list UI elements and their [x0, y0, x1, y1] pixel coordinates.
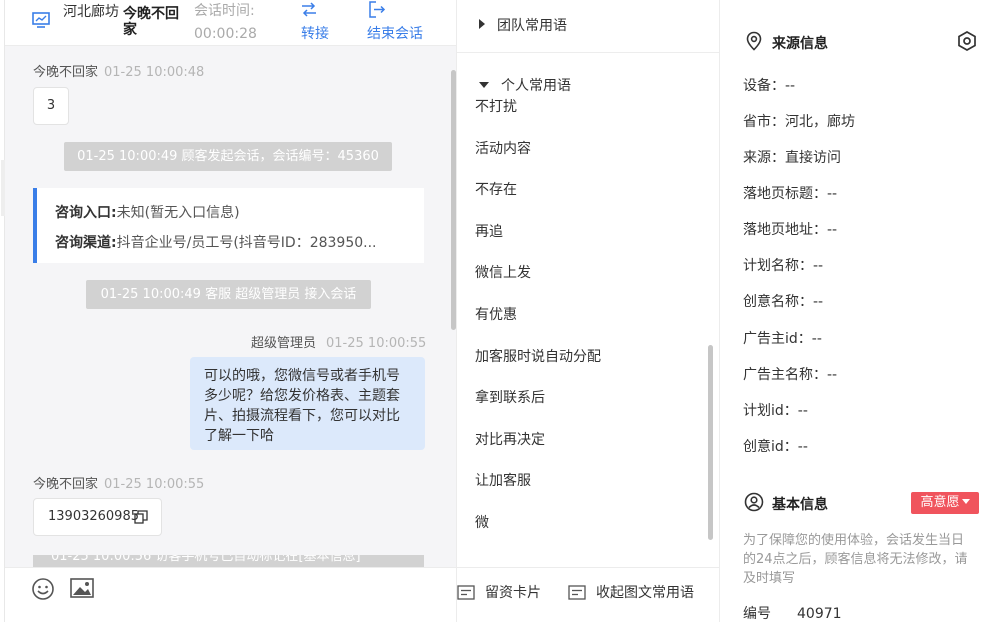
logout-icon — [369, 1, 386, 18]
customer-location: 河北廊坊 — [63, 4, 119, 20]
consult-info-card: 咨询入口:未知(暂无入口信息) 咨询渠道:抖音企业号/员工号(抖音号ID：283… — [33, 188, 424, 263]
location-pin-icon — [746, 31, 762, 51]
lead-card-button[interactable]: 留资卡片 — [457, 582, 541, 602]
message-meta: 今晚不回家 01-25 10:00:55 — [33, 473, 204, 492]
source-field-creative-id: 创意id：-- — [743, 439, 808, 455]
session-time-label: 会话时间: — [194, 3, 255, 19]
team-phrases-group[interactable]: 团队常用语 — [479, 15, 567, 35]
caret-down-icon — [961, 499, 970, 504]
phrases-panel: 团队常用语 个人常用语 不打扰 活动内容 不存在 再追 微信上发 有优惠 加客服… — [456, 0, 720, 622]
source-field-creative-name: 创意名称：-- — [743, 294, 824, 310]
phone-message-bubble: 13903260985 — [33, 498, 162, 536]
phrase-item[interactable]: 不存在 — [475, 179, 517, 199]
system-message: 01-25 10:00:49 客服 超级管理员 接入会话 — [86, 280, 371, 309]
source-info-title: 来源信息 — [772, 36, 828, 52]
source-field-landing-title: 落地页标题：-- — [743, 186, 838, 202]
system-message-partial-text: 01-25 10:00:56 访客手机号已自动标记在[基本信息] — [51, 555, 361, 564]
source-field-source: 来源：直接访问 — [743, 150, 841, 166]
phrase-item[interactable]: 微信上发 — [475, 262, 531, 282]
basic-info-note: 为了保障您的使用体验，会话发生当日的24点之后，顾客信息将无法修改，请及时填写 — [743, 533, 968, 586]
fold-phrases-label: 收起图文常用语 — [596, 585, 694, 601]
transfer-icon — [302, 2, 316, 17]
phrase-item[interactable]: 让加客服 — [475, 470, 531, 490]
intent-tag-dropdown[interactable]: 高意愿 — [911, 492, 979, 514]
sender-name: 今晚不回家 — [33, 477, 99, 492]
settings-icon[interactable] — [956, 30, 978, 52]
source-field-device: 设备：-- — [743, 78, 796, 94]
end-session-button[interactable]: 结束会话 — [365, 0, 429, 46]
end-session-label: 结束会话 — [367, 26, 423, 42]
card-icon — [457, 585, 475, 600]
transfer-button[interactable]: 转接 — [297, 0, 361, 46]
consult-entry-label: 咨询入口: — [55, 205, 117, 221]
message-meta: 今晚不回家 01-25 10:00:48 — [33, 61, 204, 80]
message-bubble: 3 — [33, 87, 69, 125]
source-field-landing-url: 落地页地址：-- — [743, 222, 838, 238]
consult-channel-value: 抖音企业号/员工号(抖音号ID：283950... — [116, 235, 377, 251]
message-time: 01-25 10:00:55 — [326, 336, 427, 351]
fold-phrases-button[interactable]: 收起图文常用语 — [568, 582, 694, 602]
phrase-item[interactable]: 再追 — [475, 221, 503, 241]
consult-channel-label: 咨询渠道: — [55, 235, 117, 251]
consult-entry-row: 咨询入口:未知(暂无入口信息) — [55, 202, 405, 222]
system-message: 01-25 10:00:49 顾客发起会话，会话编号：45360 — [64, 142, 392, 171]
user-icon — [744, 492, 764, 512]
message-time: 01-25 10:00:55 — [104, 477, 205, 492]
customer-number-value: 40971 — [797, 606, 842, 622]
chat-panel: 河北廊坊 今晚不回家 会话时间: 00:00:28 转接 结束会话 今晚不回家 0… — [1, 0, 457, 622]
customer-number-label: 编号 — [743, 606, 771, 622]
phrase-item[interactable]: 不打扰 — [475, 96, 517, 116]
caret-right-icon — [479, 19, 485, 29]
sender-name: 今晚不回家 — [33, 65, 99, 80]
source-field-advertiser-name: 广告主名称：-- — [743, 367, 838, 383]
phrase-item[interactable]: 活动内容 — [475, 138, 531, 158]
chat-header: 河北廊坊 今晚不回家 会话时间: 00:00:28 转接 结束会话 — [5, 0, 457, 46]
message-time: 01-25 10:00:48 — [104, 65, 205, 80]
phrase-item[interactable]: 加客服时说自动分配 — [475, 346, 601, 366]
source-field-plan-name: 计划名称：-- — [743, 258, 824, 274]
system-message-partial: 01-25 10:00:56 访客手机号已自动标记在[基本信息] — [33, 555, 424, 567]
session-time-value: 00:00:28 — [194, 26, 257, 42]
panel-edge-mark — [1, 160, 5, 216]
customer-info-panel: 来源信息 设备：-- 省市：河北，廊坊 来源：直接访问 落地页标题：-- 落地页… — [720, 0, 981, 622]
agent-message-bubble: 可以的哦，您微信号或者手机号多少呢？给您发价格表、主题套片、拍摄流程看下，您可以… — [190, 357, 425, 450]
source-field-advertiser-id: 广告主id：-- — [743, 331, 822, 347]
message-icon — [568, 585, 586, 600]
basic-info-title: 基本信息 — [772, 497, 828, 513]
personal-phrases-label: 个人常用语 — [501, 78, 571, 94]
chat-input-toolbar — [5, 567, 457, 622]
copy-icon[interactable] — [134, 510, 148, 524]
source-field-province: 省市：河北，廊坊 — [743, 114, 855, 130]
phrases-toolbar: 留资卡片 收起图文常用语 — [457, 567, 719, 622]
consult-channel-row: 咨询渠道:抖音企业号/员工号(抖音号ID：283950... — [55, 232, 405, 252]
phrase-item[interactable]: 拿到联系后 — [475, 387, 545, 407]
phrases-scrollbar[interactable] — [708, 345, 713, 540]
monitor-icon — [32, 12, 50, 28]
intent-tag-label: 高意愿 — [920, 495, 960, 510]
source-field-plan-id: 计划id：-- — [743, 403, 808, 419]
phone-number: 13903260985 — [48, 509, 139, 524]
personal-phrases-group[interactable]: 个人常用语 — [479, 75, 571, 95]
customer-number-row: 编号 40971 — [743, 603, 842, 622]
caret-down-icon — [479, 82, 489, 88]
team-phrases-label: 团队常用语 — [497, 18, 567, 34]
phrase-item[interactable]: 对比再决定 — [475, 429, 545, 449]
image-icon[interactable] — [69, 576, 95, 600]
phrase-item[interactable]: 有优惠 — [475, 304, 517, 324]
divider — [457, 52, 719, 53]
sender-name: 超级管理员 — [251, 336, 317, 351]
phrase-item[interactable]: 微 — [475, 512, 489, 532]
customer-name: 今晚不回家 — [123, 6, 179, 38]
message-meta: 超级管理员 01-25 10:00:55 — [251, 332, 426, 351]
transfer-label: 转接 — [301, 26, 329, 42]
emoji-icon[interactable] — [31, 577, 55, 601]
consult-entry-value: 未知(暂无入口信息) — [116, 205, 240, 221]
